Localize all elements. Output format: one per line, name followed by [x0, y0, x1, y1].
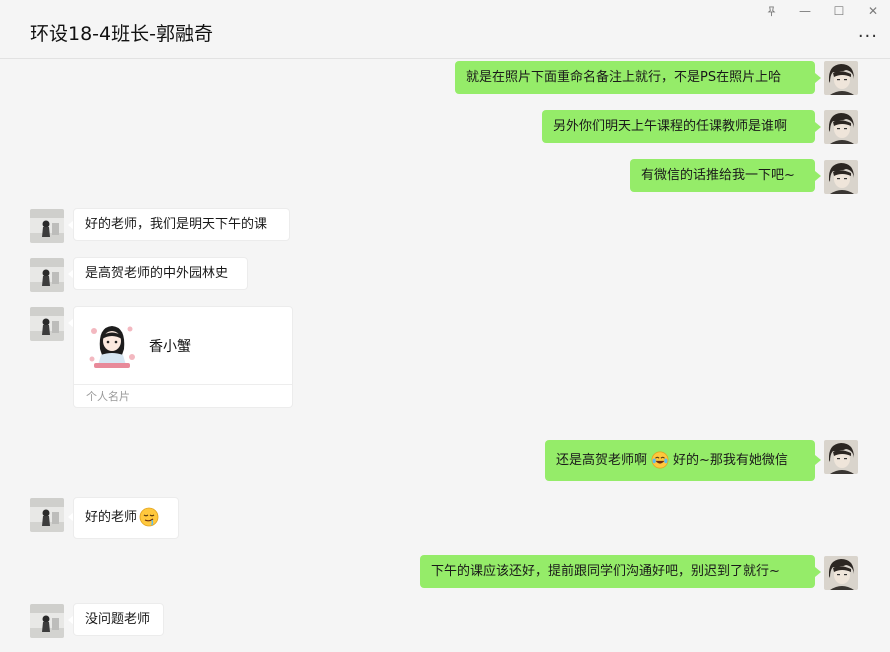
- contact-avatar[interactable]: [30, 604, 64, 638]
- message-text: 另外你们明天上午课程的任课教师是谁啊: [553, 119, 788, 134]
- outgoing-message-bubble[interactable]: 还是高贺老师啊 好的~那我有她微信: [545, 440, 815, 481]
- message-text: 好的老师: [85, 510, 138, 525]
- outgoing-message-bubble[interactable]: 另外你们明天上午课程的任课教师是谁啊: [542, 110, 815, 143]
- chat-title: 环设18-4班长-郭融奇: [30, 23, 213, 45]
- card-divider: [74, 384, 292, 385]
- contact-avatar[interactable]: [30, 258, 64, 292]
- outgoing-message-bubble[interactable]: 就是在照片下面重命名备注上就行，不是PS在照片上哈: [455, 61, 815, 94]
- drooling-emoji-icon: [139, 507, 159, 526]
- laughing-tears-emoji-icon: [651, 451, 669, 468]
- message-text: 有微信的话推给我一下吧~: [641, 168, 795, 183]
- self-avatar[interactable]: [824, 160, 858, 194]
- bubble-tail: [815, 455, 821, 465]
- self-avatar[interactable]: [824, 556, 858, 590]
- more-options-button[interactable]: ···: [858, 28, 878, 46]
- message-text: 下午的课应该还好，提前跟同学们沟通好吧，别迟到了就行~: [431, 564, 780, 579]
- incoming-message-bubble[interactable]: 好的老师: [73, 497, 179, 539]
- incoming-message-bubble[interactable]: 没问题老师: [73, 603, 164, 636]
- outgoing-message-bubble[interactable]: 有微信的话推给我一下吧~: [630, 159, 815, 192]
- self-avatar[interactable]: [824, 110, 858, 144]
- message-text: 好的~那我有她微信: [673, 453, 788, 468]
- chat-header: 环设18-4班长-郭融奇 — ☐ ✕ ···: [0, 0, 890, 59]
- bubble-tail: [815, 122, 821, 132]
- window-controls: — ☐ ✕: [754, 0, 890, 22]
- message-text: 还是高贺老师啊: [556, 453, 648, 468]
- contact-card[interactable]: 香小蟹 个人名片: [73, 306, 293, 408]
- card-contact-name: 香小蟹: [149, 339, 191, 355]
- contact-avatar[interactable]: [30, 209, 64, 243]
- bubble-tail: [815, 171, 821, 181]
- message-text: 是高贺老师的中外园林史: [85, 266, 229, 281]
- self-avatar[interactable]: [824, 440, 858, 474]
- minimize-button[interactable]: —: [788, 0, 822, 22]
- message-text: 没问题老师: [85, 612, 151, 627]
- outgoing-message-bubble[interactable]: 下午的课应该还好，提前跟同学们沟通好吧，别迟到了就行~: [420, 555, 815, 588]
- close-button[interactable]: ✕: [856, 0, 890, 22]
- bubble-tail: [815, 73, 821, 83]
- pin-button[interactable]: [754, 0, 788, 22]
- incoming-message-bubble[interactable]: 好的老师，我们是明天下午的课: [73, 208, 290, 241]
- maximize-button[interactable]: ☐: [822, 0, 856, 22]
- self-avatar[interactable]: [824, 61, 858, 95]
- card-contact-avatar: [86, 319, 138, 371]
- contact-card-body: 香小蟹: [74, 307, 292, 383]
- contact-avatar[interactable]: [30, 498, 64, 532]
- bubble-tail: [815, 567, 821, 577]
- message-text: 就是在照片下面重命名备注上就行，不是PS在照片上哈: [466, 70, 782, 85]
- message-text: 好的老师，我们是明天下午的课: [85, 217, 268, 232]
- incoming-message-bubble[interactable]: 是高贺老师的中外园林史: [73, 257, 248, 290]
- card-footer-label: 个人名片: [86, 390, 130, 403]
- contact-avatar[interactable]: [30, 307, 64, 341]
- pin-icon: [767, 5, 775, 16]
